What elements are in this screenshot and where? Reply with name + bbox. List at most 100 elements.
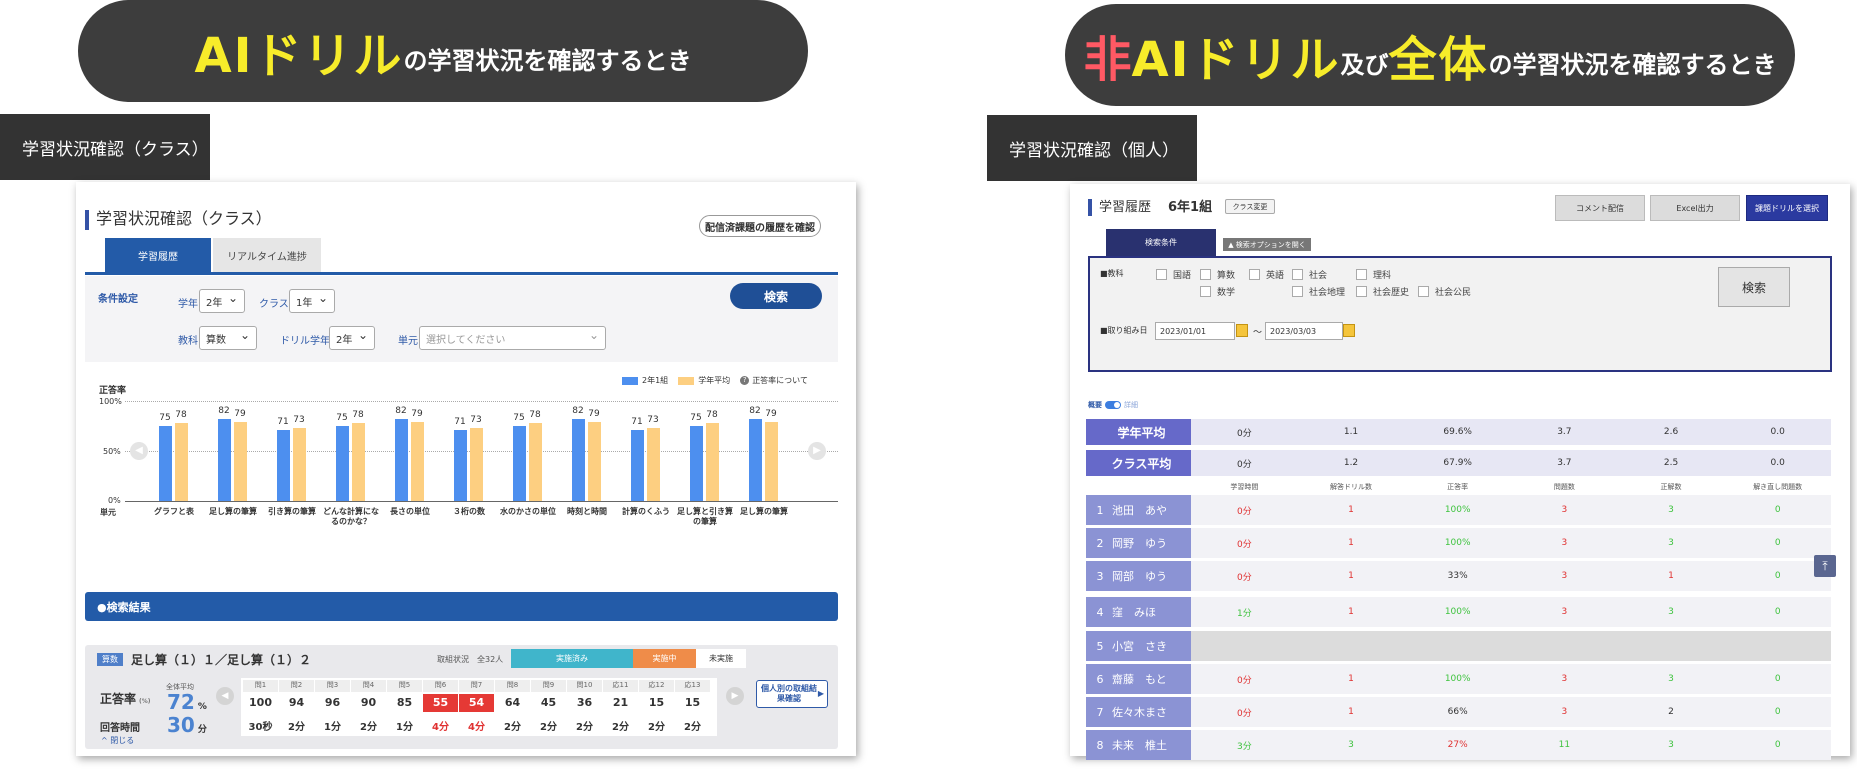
student-row[interactable]: 6 齋藤 もと 0分 1 100% 3 3 0 [1086,664,1831,694]
bar-value-label: 78 [706,410,718,420]
student-row[interactable]: 4窪 みほ 1分 1 100% 3 3 0 [1086,597,1831,627]
question-rate: 90 [360,696,377,709]
class-change-button[interactable]: クラス変更 [1225,199,1275,214]
student-name[interactable]: 8 未来 椎土 [1086,730,1191,760]
question-time: 2分 [288,722,305,733]
cell-value: 2.6 [1663,427,1679,437]
subject-checkbox[interactable]: 算数 [1200,268,1235,281]
student-cell: 27% [1447,740,1468,750]
question-time: 1分 [396,722,413,733]
question-time: 2分 [360,722,377,733]
cell-value: 67.9% [1443,458,1472,468]
legend-about[interactable]: 正答率について [752,375,808,386]
student-row[interactable]: 8 未来 椎土 3分 3 27% 11 3 0 [1086,730,1831,760]
question-header: 問8 [495,680,530,692]
calendar-icon-2[interactable] [1343,324,1355,337]
subject-checkbox[interactable]: 理科 [1356,268,1391,281]
question-header: 応13 [675,680,710,692]
avg-time: 30 分 [167,713,207,737]
question-header: 問3 [315,680,350,692]
history-button[interactable]: 配信済課題の履歴を確認 [699,215,821,237]
subject-checkbox[interactable]: 国語 [1156,268,1191,281]
subject-checkbox[interactable]: 社会公民 [1418,285,1471,298]
unit-label: 単元 [398,336,418,347]
student-cell: 3 [1561,571,1568,581]
category-label: どんな計算になるのかな？ [323,507,379,526]
tab-realtime[interactable]: リアルタイム進捗 [213,238,321,273]
toggle-switch[interactable] [1105,401,1121,409]
grade-select[interactable]: 2年 [199,289,245,313]
toggle-detail: 詳細 [1124,401,1138,409]
cell-value: 1.1 [1343,427,1359,437]
close-link[interactable]: ^ 閉じる [101,735,134,746]
select-drill-button[interactable]: 課題ドリルを選択 [1746,195,1828,221]
student-name[interactable]: 7 佐々木まさ [1086,697,1191,727]
date-to-input[interactable]: 2023/03/03 [1265,322,1343,340]
view-toggle[interactable]: 概要 詳細 [1088,400,1138,410]
q-next-arrow[interactable]: ▶ [726,687,744,705]
bar-value-label: 79 [234,409,246,419]
x-axis-title: 単元 [100,508,116,517]
banner-non: 非 [1083,32,1132,88]
subject-checkbox[interactable]: 社会地理 [1292,285,1345,298]
chart-next-arrow[interactable]: ▶ [808,442,826,460]
legend-class: 2年1組 [642,376,669,385]
student-cell: 66% [1447,707,1468,717]
unit-select[interactable]: 選択してください [419,326,606,350]
question-time: 1分 [324,722,341,733]
column-header: 解き直し問題数 [1753,483,1803,491]
question-time: 2分 [576,722,593,733]
subject-checkbox[interactable]: 社会 [1292,268,1327,281]
scroll-top-button[interactable]: ⤒ [1814,555,1836,577]
student-cell: 0分 [1236,539,1252,550]
tab-history[interactable]: 学習履歴 [105,238,211,273]
conditions-label: 条件設定 [98,294,138,305]
bar-value-label: 79 [588,409,600,419]
student-name[interactable]: 3 岡部 ゆう [1086,561,1191,591]
student-row[interactable]: 3 岡部 ゆう 0分 1 33% 3 1 0 [1086,561,1831,591]
student-row[interactable]: 1 池田 あや 0分 1 100% 3 3 0 [1086,495,1831,525]
student-cells: 1分 1 100% 3 3 0 [1191,597,1831,627]
bar-class-0 [159,426,172,501]
student-cell: 1 [1348,707,1354,717]
subject-select[interactable]: 算数 [199,326,257,350]
student-name[interactable]: 2 岡野 ゆう [1086,528,1191,558]
student-name[interactable]: 5 小宮 さき [1086,631,1191,661]
subject-checkbox[interactable]: 数学 [1200,285,1235,298]
tab-search-conditions[interactable]: 検索条件 [1106,229,1216,256]
calendar-icon[interactable] [1236,324,1248,337]
subject-checkbox[interactable]: 英語 [1249,268,1284,281]
rate-unit-small: (%) [139,698,151,705]
student-cell: 1 [1668,571,1674,581]
comment-button[interactable]: コメント配信 [1555,195,1645,221]
student-name[interactable]: 4窪 みほ [1086,597,1191,627]
student-cell: 0 [1774,505,1781,515]
student-row[interactable]: 5 小宮 さき [1086,631,1831,661]
bar-value-label: 73 [647,415,659,425]
date-from-input[interactable]: 2023/01/01 [1155,322,1235,340]
detail-button[interactable]: 個人別の取組結果確認 ▶ [756,680,828,708]
chart-prev-arrow[interactable]: ◀ [130,442,148,460]
q-prev-arrow[interactable]: ◀ [216,687,234,705]
search-button-right[interactable]: 検索 [1718,267,1790,307]
class-select[interactable]: 1年 [289,289,335,313]
tab-search-options[interactable]: ▲ 検索オプションを開く [1223,238,1311,251]
subject-checkbox[interactable]: 社会歴史 [1356,285,1409,298]
drill-grade-select[interactable]: 2年 [329,326,375,350]
category-label: グラフと表 [154,507,194,516]
bar-grade-avg-4 [411,422,424,501]
bar-class-9 [690,426,703,501]
student-name[interactable]: 6 齋藤 もと [1086,664,1191,694]
student-row[interactable]: 2 岡野 ゆう 0分 1 100% 3 3 0 [1086,528,1831,558]
bar-grade-avg-0 [175,423,188,501]
class-avg-label: クラス平均 [1086,450,1191,476]
excel-button[interactable]: Excel出力 [1650,195,1740,221]
student-cell: 3 [1561,707,1568,717]
student-row[interactable]: 7 佐々木まさ 0分 1 66% 3 2 0 [1086,697,1831,727]
help-icon[interactable]: ? [740,376,750,385]
class-name: 6年1組 [1168,200,1213,215]
student-name[interactable]: 1 池田 あや [1086,495,1191,525]
question-time: 2分 [504,722,521,733]
right-banner: 非 AIドリル 及び 全体 の学習状況を確認するとき [1065,4,1795,106]
search-button[interactable]: 検索 [730,283,822,309]
